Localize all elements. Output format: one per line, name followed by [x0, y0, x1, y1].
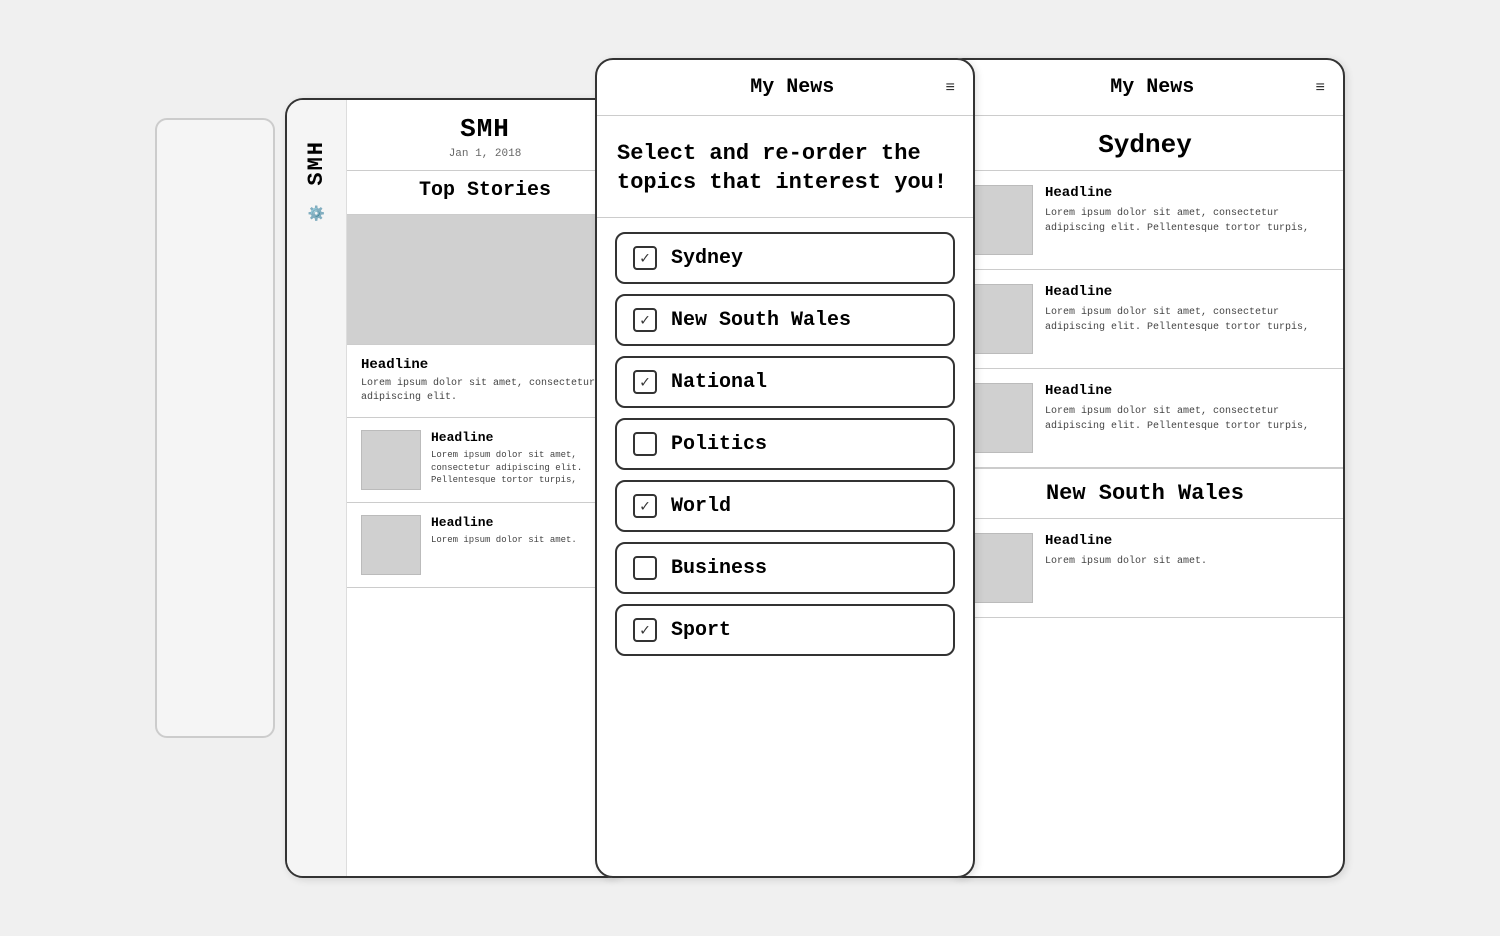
- topic-checkbox-sydney[interactable]: ✓: [633, 246, 657, 270]
- topic-checkbox-sport[interactable]: ✓: [633, 618, 657, 642]
- news-text-s-2: Headline Lorem ipsum dolor sit amet, con…: [1045, 383, 1327, 434]
- section-heading-nsw: New South Wales: [947, 468, 1343, 519]
- smh-header: SMH Jan 1, 2018: [347, 100, 623, 171]
- news-body-nsw-0: Lorem ipsum dolor sit amet.: [1045, 554, 1327, 569]
- smh-title: SMH: [357, 114, 613, 144]
- topic-checkbox-national[interactable]: ✓: [633, 370, 657, 394]
- checkmark-sydney: ✓: [640, 248, 650, 268]
- topic-checkbox-business[interactable]: [633, 556, 657, 580]
- phone-1-main: SMH Jan 1, 2018 Top Stories Headline Lor…: [347, 100, 623, 876]
- smh-article-thumb-body-1: Lorem ipsum dolor sit amet.: [431, 534, 609, 547]
- news-headline-s-0: Headline: [1045, 185, 1327, 201]
- smh-article-thumb-text-0: Headline Lorem ipsum dolor sit amet, con…: [431, 430, 609, 487]
- phone-1-inner: SMH ⚙️ SMH Jan 1, 2018 Top Stories Headl…: [287, 100, 623, 876]
- phone-2-title: My News: [639, 76, 945, 99]
- news-headline-nsw-0: Headline: [1045, 533, 1327, 549]
- news-body-s-1: Lorem ipsum dolor sit amet, consectetur …: [1045, 305, 1327, 335]
- news-text-s-1: Headline Lorem ipsum dolor sit amet, con…: [1045, 284, 1327, 335]
- smh-article-thumb-img-0: [361, 430, 421, 490]
- topic-item-world[interactable]: ✓ World: [615, 480, 955, 532]
- smh-article-thumb-img-1: [361, 515, 421, 575]
- phone-3-header: My News ≡: [947, 60, 1343, 116]
- news-item-nsw-0: Headline Lorem ipsum dolor sit amet.: [947, 519, 1343, 618]
- smh-date: Jan 1, 2018: [357, 148, 613, 160]
- topic-item-politics[interactable]: Politics: [615, 418, 955, 470]
- checkmark-world: ✓: [640, 496, 650, 516]
- checkmark-national: ✓: [640, 372, 650, 392]
- sidebar-logo: SMH: [304, 140, 329, 186]
- phone-mynews: My News ≡ Sydney Headline Lorem ipsum do…: [945, 58, 1345, 878]
- topics-list: ✓ Sydney ✓ New South Wales ✓ National: [597, 218, 973, 670]
- news-headline-s-1: Headline: [1045, 284, 1327, 300]
- topic-label-sport: Sport: [671, 619, 731, 642]
- smh-article-thumb-1: Headline Lorem ipsum dolor sit amet.: [347, 503, 623, 588]
- phone-smh: SMH ⚙️ SMH Jan 1, 2018 Top Stories Headl…: [285, 98, 625, 878]
- news-item-s-0: Headline Lorem ipsum dolor sit amet, con…: [947, 171, 1343, 270]
- smh-article-body-0: Lorem ipsum dolor sit amet, consectetur …: [361, 377, 609, 405]
- smh-article-thumb-0: Headline Lorem ipsum dolor sit amet, con…: [347, 418, 623, 503]
- hamburger-icon[interactable]: ≡: [945, 79, 955, 97]
- smh-article-thumb-headline-0: Headline: [431, 430, 609, 445]
- smh-article-headline-0: Headline: [361, 357, 609, 373]
- smh-article-thumb-headline-1: Headline: [431, 515, 609, 530]
- smh-article-thumb-body-0: Lorem ipsum dolor sit amet, consectetur …: [431, 449, 609, 487]
- news-item-s-1: Headline Lorem ipsum dolor sit amet, con…: [947, 270, 1343, 369]
- topic-checkbox-world[interactable]: ✓: [633, 494, 657, 518]
- smh-article-thumb-text-1: Headline Lorem ipsum dolor sit amet.: [431, 515, 609, 547]
- smh-section-title: Top Stories: [347, 171, 623, 215]
- topic-label-national: National: [671, 371, 767, 394]
- topic-label-business: Business: [671, 557, 767, 580]
- news-item-s-2: Headline Lorem ipsum dolor sit amet, con…: [947, 369, 1343, 468]
- topic-item-sydney[interactable]: ✓ Sydney: [615, 232, 955, 284]
- sidebar: SMH ⚙️: [287, 100, 347, 876]
- topic-label-nsw: New South Wales: [671, 309, 851, 332]
- news-body-s-0: Lorem ipsum dolor sit amet, consectetur …: [1045, 206, 1327, 236]
- checkmark-sport: ✓: [640, 620, 650, 640]
- news-text-nsw-0: Headline Lorem ipsum dolor sit amet.: [1045, 533, 1327, 569]
- smh-article-0: Headline Lorem ipsum dolor sit amet, con…: [347, 345, 623, 418]
- sidebar-icon: ⚙️: [308, 206, 325, 223]
- news-list-sydney: Headline Lorem ipsum dolor sit amet, con…: [947, 171, 1343, 468]
- topics-intro: Select and re-order the topics that inte…: [597, 116, 973, 218]
- news-body-s-2: Lorem ipsum dolor sit amet, consectetur …: [1045, 404, 1327, 434]
- news-text-s-0: Headline Lorem ipsum dolor sit amet, con…: [1045, 185, 1327, 236]
- topic-label-sydney: Sydney: [671, 247, 743, 270]
- topic-checkbox-politics[interactable]: [633, 432, 657, 456]
- smh-hero-image: [347, 215, 623, 345]
- section-heading-sydney: Sydney: [947, 116, 1343, 171]
- hamburger-icon-3[interactable]: ≡: [1315, 79, 1325, 97]
- phone-2-header: My News ≡: [597, 60, 973, 116]
- sketch-left-panel: [155, 118, 275, 738]
- topic-item-sport[interactable]: ✓ Sport: [615, 604, 955, 656]
- phone-3-title: My News: [989, 76, 1315, 99]
- topic-checkbox-nsw[interactable]: ✓: [633, 308, 657, 332]
- topic-item-national[interactable]: ✓ National: [615, 356, 955, 408]
- topic-label-politics: Politics: [671, 433, 767, 456]
- news-list-nsw: Headline Lorem ipsum dolor sit amet.: [947, 519, 1343, 618]
- topic-label-world: World: [671, 495, 731, 518]
- phone-topics: My News ≡ Select and re-order the topics…: [595, 58, 975, 878]
- topic-item-nsw[interactable]: ✓ New South Wales: [615, 294, 955, 346]
- topic-item-business[interactable]: Business: [615, 542, 955, 594]
- news-headline-s-2: Headline: [1045, 383, 1327, 399]
- checkmark-nsw: ✓: [640, 310, 650, 330]
- scene: SMH ⚙️ SMH Jan 1, 2018 Top Stories Headl…: [135, 18, 1365, 918]
